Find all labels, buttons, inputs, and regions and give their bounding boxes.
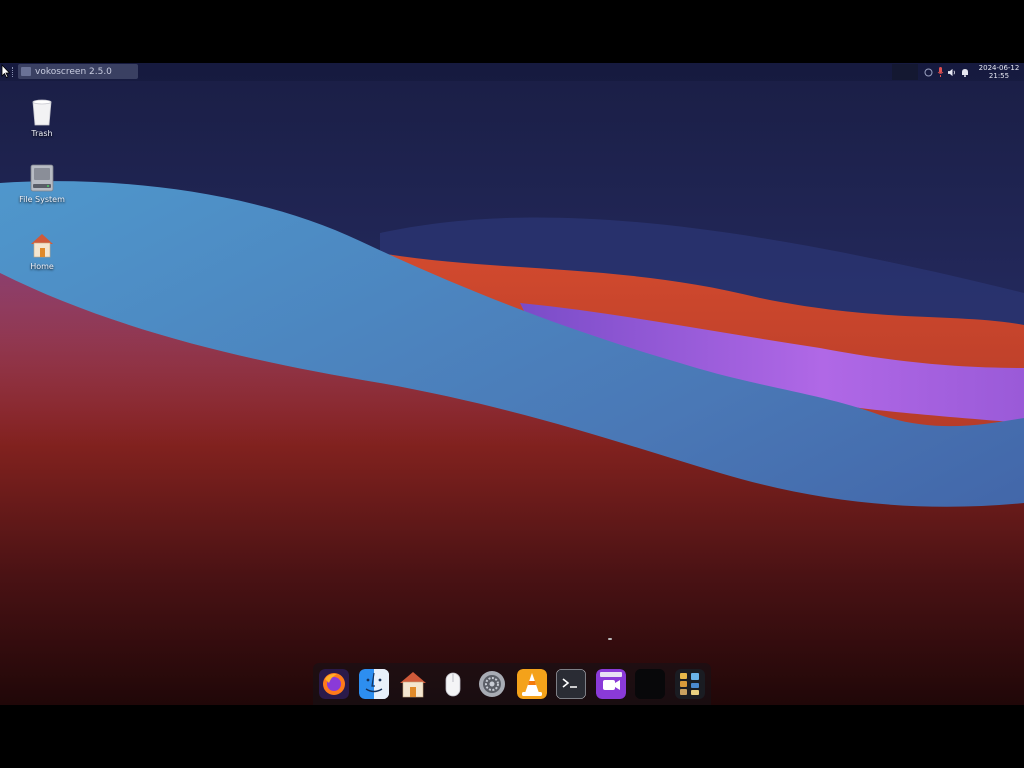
desktop-icon-label: File System [19,195,65,204]
trash-icon [32,99,52,126]
desktop-icon-file-system[interactable]: File System [14,163,70,204]
dock-item-home-folder[interactable] [398,669,428,699]
terminal-icon [556,669,586,699]
running-app-indicator [608,638,612,640]
dock-item-firefox[interactable] [319,669,349,699]
settings-gear-icon [479,671,505,697]
desktop-screen: vokoscreen 2.5.0 2024-06-12 21:55 Trash … [0,63,1024,705]
window-button-label: vokoscreen 2.5.0 [35,66,112,77]
clock[interactable]: 2024-06-12 21:55 [975,64,1023,80]
dock-item-mouse-settings[interactable] [438,669,468,699]
desktop-icon-home[interactable]: Home [14,230,70,271]
mouse-pointer-icon [1,64,11,78]
screen-recorder-icon [596,669,626,699]
dock-item-vlc[interactable] [517,669,547,699]
home-icon [400,672,426,698]
desktop-icon-trash[interactable]: Trash [14,97,70,138]
taskbar-window-button[interactable]: vokoscreen 2.5.0 [18,64,138,79]
vlc-cone-icon [517,669,547,699]
notification-bell-icon[interactable] [960,67,969,77]
desktop-icon-label: Home [30,262,54,271]
dock [313,663,711,705]
system-tray [924,65,969,79]
clock-date: 2024-06-12 [978,64,1020,72]
desktop-icon-label: Trash [31,129,53,138]
window-app-icon [21,67,31,76]
finder-icon [359,669,389,699]
dock-item-blank-app[interactable] [635,669,665,699]
tray-blank-area [892,64,918,80]
hard-drive-icon [30,164,54,192]
dock-item-vokoscreen[interactable] [596,669,626,699]
app-grid-icon [675,669,705,699]
mouse-icon [445,672,461,697]
dock-item-terminal[interactable] [556,669,586,699]
firefox-icon [319,669,349,699]
volume-icon[interactable] [948,67,957,77]
clock-time: 21:55 [988,72,1010,80]
panel-separator [12,67,15,77]
dock-item-system-settings[interactable] [477,669,507,699]
dock-item-app-launcher[interactable] [675,669,705,699]
top-panel: vokoscreen 2.5.0 2024-06-12 21:55 [0,63,1024,81]
network-icon[interactable] [924,67,933,77]
dock-item-finder[interactable] [359,669,389,699]
black-window-icon [635,669,665,699]
microphone-icon[interactable] [936,67,945,77]
home-folder-icon [31,234,53,258]
wallpaper [0,63,1024,705]
